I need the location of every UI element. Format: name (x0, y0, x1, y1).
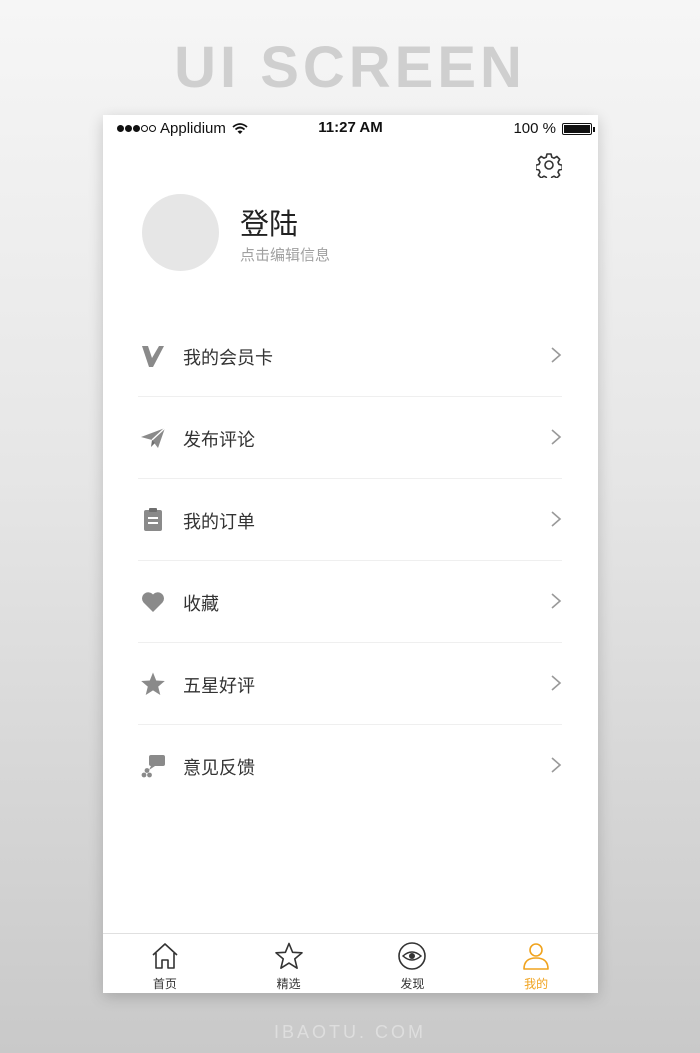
edit-profile-hint[interactable]: 点击编辑信息 (240, 244, 330, 265)
tab-bar: 首页 精选 发现 我的 (103, 933, 598, 993)
menu-list: 我的会员卡 发布评论 我的订单 收藏 五星好评 意见反馈 (138, 315, 562, 806)
menu-item-label: 发布评论 (183, 430, 255, 451)
poster-footer: IBAOTU. COM (273, 1022, 426, 1042)
chevron-right-icon (551, 347, 562, 363)
tab-label: 精选 (276, 977, 301, 991)
star-outline-icon (274, 942, 303, 969)
battery-percent: 100 % (513, 120, 556, 137)
tab-label: 发现 (400, 977, 425, 991)
chevron-right-icon (551, 429, 562, 445)
tab-label: 首页 (152, 977, 177, 991)
star-icon (141, 672, 165, 695)
menu-item-label: 五星好评 (183, 676, 255, 697)
gear-icon[interactable] (536, 152, 562, 178)
tab-featured[interactable]: 精选 (227, 934, 351, 993)
phone-screen: Applidium 11:27 AM 100 % 登陆 点击编辑信息 我的会员卡 (103, 115, 598, 993)
eye-icon (398, 942, 427, 970)
status-bar: Applidium 11:27 AM 100 % (103, 115, 598, 141)
menu-item-vip-card[interactable]: 我的会员卡 (138, 315, 562, 397)
poster-title: UI SCREEN (174, 35, 526, 100)
login-title[interactable]: 登陆 (240, 201, 298, 243)
tab-home[interactable]: 首页 (103, 934, 227, 993)
chevron-right-icon (551, 757, 562, 773)
menu-item-post-review[interactable]: 发布评论 (138, 397, 562, 479)
chevron-right-icon (551, 511, 562, 527)
menu-item-label: 意见反馈 (183, 758, 255, 779)
tab-label: 我的 (524, 977, 549, 991)
avatar[interactable] (142, 194, 219, 271)
menu-item-favorites[interactable]: 收藏 (138, 561, 562, 643)
user-icon (523, 943, 549, 970)
home-icon (152, 943, 178, 969)
chevron-right-icon (551, 675, 562, 691)
chat-bubble-icon (141, 755, 165, 778)
chevron-right-icon (551, 593, 562, 609)
tab-mine[interactable]: 我的 (474, 934, 598, 993)
menu-item-label: 我的订单 (183, 512, 255, 533)
menu-item-five-star-rating[interactable]: 五星好评 (138, 643, 562, 725)
battery-icon (562, 122, 595, 135)
menu-item-my-orders[interactable]: 我的订单 (138, 479, 562, 561)
vip-card-icon (142, 346, 164, 367)
menu-item-feedback[interactable]: 意见反馈 (138, 725, 562, 806)
clipboard-icon (144, 508, 162, 531)
tab-discover[interactable]: 发现 (351, 934, 475, 993)
paper-plane-icon (141, 427, 166, 448)
menu-item-label: 我的会员卡 (183, 348, 273, 369)
menu-item-label: 收藏 (183, 594, 219, 615)
heart-icon (142, 592, 164, 612)
